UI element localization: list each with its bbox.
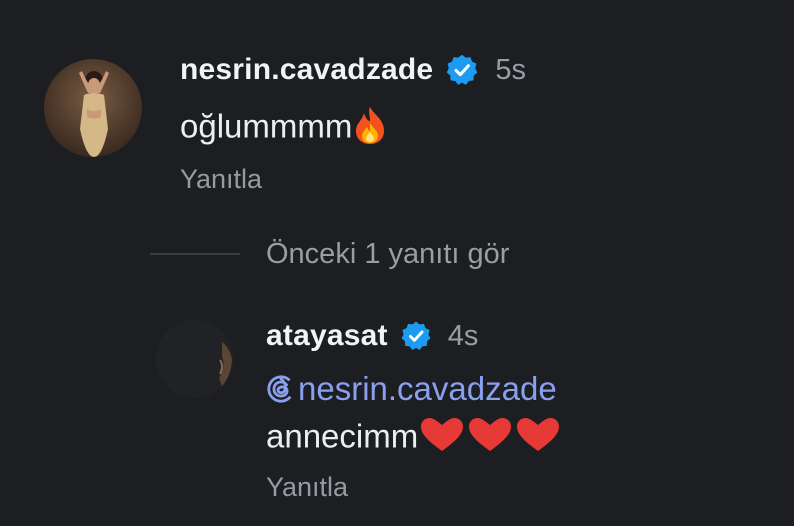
comment-text: oğlummmm xyxy=(180,105,388,153)
timestamp: 5s xyxy=(495,53,526,86)
mention-link[interactable]: nesrin.cavadzade xyxy=(266,370,557,408)
fire-emoji-icon xyxy=(352,105,388,153)
view-previous-replies-label[interactable]: Önceki 1 yanıtı gör xyxy=(266,238,509,271)
mention-username[interactable]: nesrin.cavadzade xyxy=(298,370,557,408)
timestamp: 4s xyxy=(447,319,479,352)
avatar[interactable] xyxy=(44,59,142,157)
comment-header: nesrin.cavadzade 5s xyxy=(180,50,526,90)
username[interactable]: atayasat xyxy=(266,319,388,353)
username[interactable]: nesrin.cavadzade xyxy=(180,53,433,87)
avatar[interactable] xyxy=(156,320,234,398)
view-previous-replies[interactable]: Önceki 1 yanıtı gör xyxy=(150,232,509,276)
red-hearts-emoji-icon xyxy=(418,415,562,463)
comment-item: nesrin.cavadzade 5s oğlummmm Yanıtla xyxy=(0,0,794,210)
verified-badge-icon xyxy=(447,54,478,85)
comment-body: annecimm xyxy=(266,417,419,455)
comment-text: annecimm xyxy=(266,415,562,463)
thread-divider xyxy=(150,253,240,255)
comment-header: atayasat 4s xyxy=(266,316,478,356)
reply-comment-item: atayasat 4s nesrin.cavadzade annecimm Ya… xyxy=(0,300,794,526)
reply-button[interactable]: Yanıtla xyxy=(180,164,262,195)
reply-button[interactable]: Yanıtla xyxy=(266,472,348,503)
comment-body: oğlummmm xyxy=(180,107,353,145)
threads-at-icon xyxy=(267,375,295,403)
verified-badge-icon xyxy=(401,321,431,350)
